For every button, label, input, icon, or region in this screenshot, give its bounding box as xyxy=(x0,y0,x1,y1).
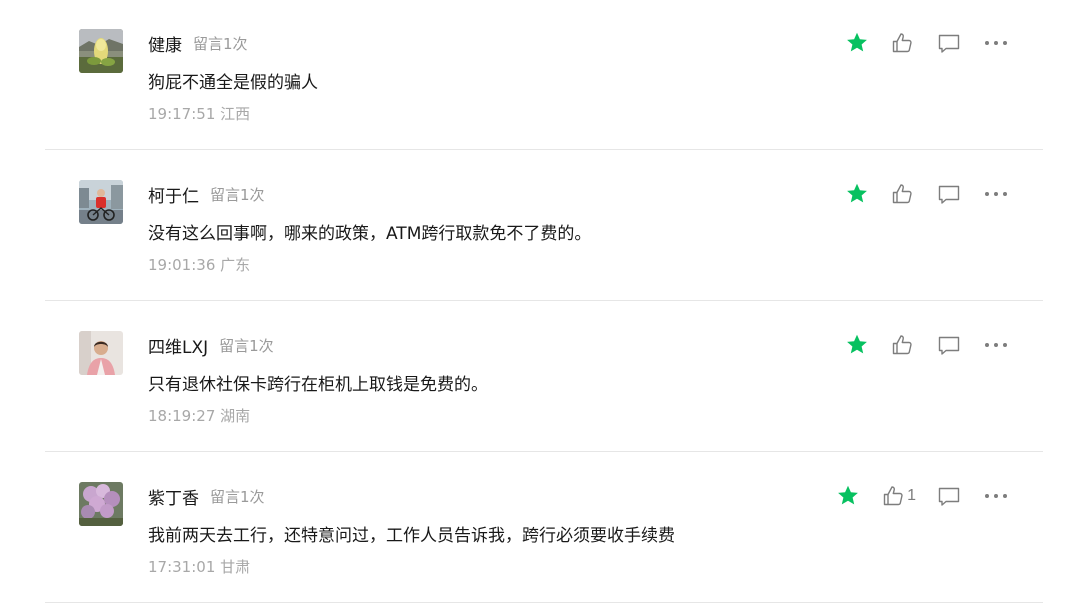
divider xyxy=(45,602,1043,603)
star-icon xyxy=(847,32,867,52)
star-icon xyxy=(847,334,867,354)
comment-item: 柯于仁 留言1次 没有这么回事啊，哪来的政策，ATM跨行取款免不了费的。 19:… xyxy=(0,151,1080,301)
star-button[interactable] xyxy=(835,483,861,509)
thumbs-up-icon xyxy=(883,486,903,506)
cyclist-avatar-icon xyxy=(79,180,123,224)
comment-time: 17:31:01 xyxy=(148,558,216,576)
star-button[interactable] xyxy=(844,181,870,207)
ellipsis-icon xyxy=(985,41,1007,45)
comment-text: 只有退休社保卡跨行在柜机上取钱是免费的。 xyxy=(148,375,488,395)
comment-actions: 1 xyxy=(835,483,1010,509)
star-icon xyxy=(847,183,867,203)
comment-item: 四维LXJ 留言1次 只有退休社保卡跨行在柜机上取钱是免费的。 18:19:27… xyxy=(0,302,1080,452)
ellipsis-icon xyxy=(985,494,1007,498)
comment-list: 健康 留言1次 狗屁不通全是假的骗人 19:17:51 江西 柯于仁 留言1次 … xyxy=(0,0,1080,608)
more-options-button[interactable] xyxy=(982,30,1010,56)
person-portrait-avatar-icon xyxy=(79,331,123,375)
comment-bubble-icon xyxy=(938,487,960,506)
comment-text: 没有这么回事啊，哪来的政策，ATM跨行取款免不了费的。 xyxy=(148,224,592,244)
avatar[interactable] xyxy=(79,331,123,375)
comment-text: 我前两天去工行，还特意问过，工作人员告诉我，跨行必须要收手续费 xyxy=(148,526,675,546)
star-button[interactable] xyxy=(844,30,870,56)
comment-location: 湖南 xyxy=(220,407,251,425)
ellipsis-icon xyxy=(985,343,1007,347)
comment-header: 健康 留言1次 xyxy=(148,31,248,56)
avatar[interactable] xyxy=(79,482,123,526)
like-button[interactable]: 1 xyxy=(881,483,916,509)
comment-bubble-icon xyxy=(938,185,960,204)
comment-meta: 17:31:01 甘肃 xyxy=(148,556,250,578)
ellipsis-icon xyxy=(985,192,1007,196)
lilac-flower-avatar-icon xyxy=(79,482,123,526)
reply-button[interactable] xyxy=(936,30,962,56)
commenter-name[interactable]: 健康 xyxy=(148,31,182,56)
comment-item: 紫丁香 留言1次 我前两天去工行，还特意问过，工作人员告诉我，跨行必须要收手续费… xyxy=(0,453,1080,603)
comment-count-label: 留言1次 xyxy=(210,185,265,204)
comment-header: 柯于仁 留言1次 xyxy=(148,182,265,207)
like-button[interactable] xyxy=(890,181,916,207)
like-count: 1 xyxy=(907,487,916,504)
comment-time: 19:01:36 xyxy=(148,256,216,274)
comment-time: 18:19:27 xyxy=(148,407,216,425)
thumbs-up-icon xyxy=(892,184,912,204)
reply-button[interactable] xyxy=(936,483,962,509)
comment-text: 狗屁不通全是假的骗人 xyxy=(148,73,318,93)
flower-plant-avatar-icon xyxy=(79,29,123,73)
more-options-button[interactable] xyxy=(982,181,1010,207)
comment-count-label: 留言1次 xyxy=(219,336,274,355)
comment-location: 甘肃 xyxy=(220,558,251,576)
comment-actions xyxy=(844,30,1010,56)
star-button[interactable] xyxy=(844,332,870,358)
like-button[interactable] xyxy=(890,30,916,56)
comment-actions xyxy=(844,181,1010,207)
comment-actions xyxy=(844,332,1010,358)
more-options-button[interactable] xyxy=(982,332,1010,358)
reply-button[interactable] xyxy=(936,181,962,207)
thumbs-up-icon xyxy=(892,33,912,53)
star-icon xyxy=(838,485,858,505)
comment-bubble-icon xyxy=(938,336,960,355)
comment-time: 19:17:51 xyxy=(148,105,216,123)
comment-header: 紫丁香 留言1次 xyxy=(148,484,265,509)
avatar[interactable] xyxy=(79,180,123,224)
divider xyxy=(45,149,1043,150)
comment-meta: 19:01:36 广东 xyxy=(148,254,250,276)
commenter-name[interactable]: 紫丁香 xyxy=(148,484,199,509)
reply-button[interactable] xyxy=(936,332,962,358)
comment-location: 广东 xyxy=(220,256,251,274)
avatar[interactable] xyxy=(79,29,123,73)
comment-location: 江西 xyxy=(220,105,251,123)
comment-meta: 19:17:51 江西 xyxy=(148,103,250,125)
comment-item: 健康 留言1次 狗屁不通全是假的骗人 19:17:51 江西 xyxy=(0,0,1080,150)
comment-bubble-icon xyxy=(938,34,960,53)
divider xyxy=(45,451,1043,452)
comment-count-label: 留言1次 xyxy=(210,487,265,506)
commenter-name[interactable]: 柯于仁 xyxy=(148,182,199,207)
divider xyxy=(45,300,1043,301)
comment-meta: 18:19:27 湖南 xyxy=(148,405,250,427)
comment-count-label: 留言1次 xyxy=(193,34,248,53)
more-options-button[interactable] xyxy=(982,483,1010,509)
thumbs-up-icon xyxy=(892,335,912,355)
comment-header: 四维LXJ 留言1次 xyxy=(148,333,274,358)
commenter-name[interactable]: 四维LXJ xyxy=(148,333,208,358)
like-button[interactable] xyxy=(890,332,916,358)
